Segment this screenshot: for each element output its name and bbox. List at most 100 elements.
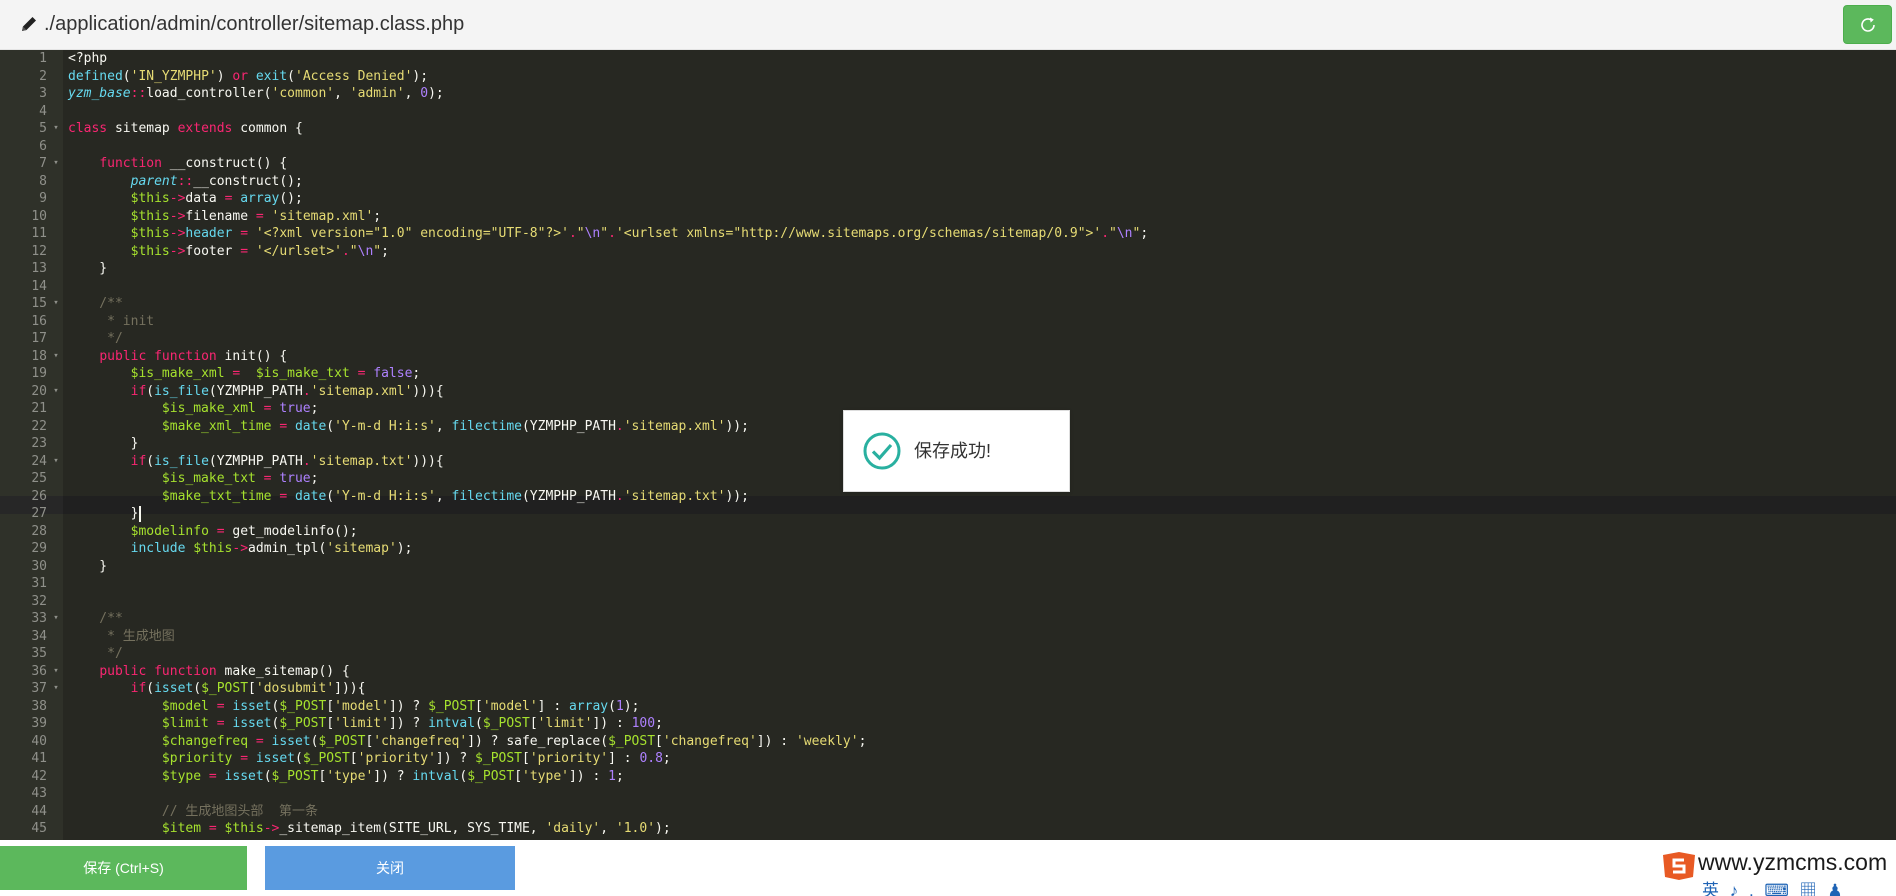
line-number: 21 xyxy=(31,401,47,416)
code-text: */ xyxy=(68,646,123,661)
line-number: 16 xyxy=(31,313,47,329)
code-text: } xyxy=(68,505,142,523)
code-text: $model = isset($_POST['model']) ? $_POST… xyxy=(161,698,640,714)
code-line[interactable]: 3 yzm_base::load_controller('common', 'ad… xyxy=(0,85,1896,103)
code-text: $modelinfo = get_modelinfo(); xyxy=(130,523,358,539)
fold-toggle-icon[interactable]: ▾ xyxy=(51,610,61,628)
fold-toggle-icon[interactable]: ▾ xyxy=(51,295,61,313)
line-number: 31 xyxy=(31,576,47,591)
code-line[interactable]: 4 xyxy=(0,103,1896,121)
line-number: 22 xyxy=(31,418,47,434)
line-number: 20 xyxy=(31,383,47,399)
code-text: $is_make_xml = $is_make_txt = false; xyxy=(130,366,421,381)
yzmcms-logo-icon xyxy=(1663,852,1695,880)
line-number: 33 xyxy=(31,611,47,626)
pencil-icon xyxy=(22,17,36,31)
code-line[interactable]: 9 $this->data = array(); xyxy=(0,190,1896,208)
code-line[interactable]: 41 $priority = isset($_POST['priority'])… xyxy=(0,750,1896,768)
fold-toggle-icon[interactable]: ▾ xyxy=(51,663,61,681)
code-text: } xyxy=(68,436,139,451)
fold-toggle-icon[interactable]: ▾ xyxy=(51,680,61,698)
fold-toggle-icon[interactable]: ▾ xyxy=(51,383,61,401)
check-circle-icon xyxy=(863,432,901,470)
code-line[interactable]: 5 ▾ class sitemap extends common { xyxy=(0,120,1896,138)
line-number: 26 xyxy=(31,488,47,504)
code-line[interactable]: 18 ▾ public function init() { xyxy=(0,348,1896,366)
line-number: 40 xyxy=(31,733,47,749)
code-line[interactable]: 17 */ xyxy=(0,330,1896,348)
code-line[interactable]: 8 parent::__construct(); xyxy=(0,173,1896,191)
code-line[interactable]: 43 xyxy=(0,785,1896,803)
refresh-icon xyxy=(1861,17,1875,32)
code-line[interactable]: 35 */ xyxy=(0,645,1896,663)
code-line[interactable]: 14 xyxy=(0,278,1896,296)
line-number: 42 xyxy=(31,768,47,784)
code-text: $is_make_txt = true; xyxy=(161,471,319,486)
system-tray-icons: 英 ♪ , ⌨ ▦ ♟ xyxy=(1702,881,1846,896)
fold-toggle-icon[interactable]: ▾ xyxy=(51,453,61,471)
line-number: 39 xyxy=(31,716,47,731)
code-line[interactable]: 12 $this->footer = '</urlset>'."\n"; xyxy=(0,243,1896,261)
code-line[interactable]: 36 ▾ public function make_sitemap() { xyxy=(0,663,1896,681)
code-line[interactable]: 1 <?php xyxy=(0,50,1896,68)
code-line[interactable]: 34 * 生成地图 xyxy=(0,628,1896,646)
code-line[interactable]: 42 $type = isset($_POST['type']) ? intva… xyxy=(0,768,1896,786)
code-line[interactable]: 38 $model = isset($_POST['model']) ? $_P… xyxy=(0,698,1896,716)
code-line[interactable]: 19 $is_make_xml = $is_make_txt = false; xyxy=(0,365,1896,383)
code-line[interactable]: 33 ▾ /** xyxy=(0,610,1896,628)
code-text: $this->data = array(); xyxy=(130,191,303,206)
code-line[interactable]: 2 defined('IN_YZMPHP') or exit('Access De… xyxy=(0,68,1896,86)
code-text: if(isset($_POST['dosubmit'])){ xyxy=(130,681,366,696)
code-line[interactable]: 16 * init xyxy=(0,313,1896,331)
line-number: 4 xyxy=(39,103,47,119)
code-line[interactable]: 28 $modelinfo = get_modelinfo(); xyxy=(0,523,1896,541)
line-number: 9 xyxy=(39,191,47,206)
code-text: $make_txt_time = date('Y-m-d H:i:s', fil… xyxy=(161,488,749,504)
line-number: 23 xyxy=(31,436,47,451)
code-line[interactable]: 15 ▾ /** xyxy=(0,295,1896,313)
line-number: 29 xyxy=(31,541,47,556)
code-line[interactable]: 45 $item = $this->_sitemap_item(SITE_URL… xyxy=(0,820,1896,838)
line-number: 12 xyxy=(31,243,47,259)
code-text: defined('IN_YZMPHP') or exit('Access Den… xyxy=(68,68,429,84)
fold-toggle-icon[interactable]: ▾ xyxy=(51,120,61,138)
save-button[interactable]: 保存 (Ctrl+S) xyxy=(0,846,247,890)
line-number: 44 xyxy=(31,803,47,819)
code-line[interactable]: 30 } xyxy=(0,558,1896,576)
code-text: if(is_file(YZMPHP_PATH.'sitemap.txt'))){ xyxy=(130,453,444,469)
code-text: $this->footer = '</urlset>'."\n"; xyxy=(130,243,389,259)
code-line[interactable]: 32 xyxy=(0,593,1896,611)
code-text: */ xyxy=(68,331,123,346)
line-number: 32 xyxy=(31,593,47,609)
line-number: 25 xyxy=(31,471,47,486)
code-line[interactable]: 44 // 生成地图头部 第一条 xyxy=(0,803,1896,821)
line-number: 43 xyxy=(31,786,47,801)
code-line[interactable]: 40 $changefreq = isset($_POST['changefre… xyxy=(0,733,1896,751)
code-text: $changefreq = isset($_POST['changefreq']… xyxy=(161,733,867,749)
close-button[interactable]: 关闭 xyxy=(265,846,515,890)
code-text: $item = $this->_sitemap_item(SITE_URL, S… xyxy=(161,821,671,836)
fold-toggle-icon[interactable]: ▾ xyxy=(51,155,61,173)
line-number: 7 xyxy=(39,156,47,171)
code-line[interactable]: 10 $this->filename = 'sitemap.xml'; xyxy=(0,208,1896,226)
code-text: $priority = isset($_POST['priority']) ? … xyxy=(161,751,671,766)
code-line[interactable]: 37 ▾ if(isset($_POST['dosubmit'])){ xyxy=(0,680,1896,698)
text-cursor xyxy=(139,505,142,522)
code-line[interactable]: 20 ▾ if(is_file(YZMPHP_PATH.'sitemap.xml'… xyxy=(0,383,1896,401)
line-number: 30 xyxy=(31,558,47,574)
code-line[interactable]: 11 $this->header = '<?xml version="1.0" … xyxy=(0,225,1896,243)
code-line[interactable]: 13 } xyxy=(0,260,1896,278)
line-number: 3 xyxy=(39,86,47,101)
line-number: 8 xyxy=(39,173,47,189)
line-number: 37 xyxy=(31,681,47,696)
fold-toggle-icon[interactable]: ▾ xyxy=(51,348,61,366)
code-line[interactable]: 39 $limit = isset($_POST['limit']) ? int… xyxy=(0,715,1896,733)
code-text: parent::__construct(); xyxy=(130,173,303,189)
code-line[interactable]: 27 } xyxy=(0,505,1896,523)
code-line[interactable]: 6 xyxy=(0,138,1896,156)
code-line[interactable]: 29 include $this->admin_tpl('sitemap'); xyxy=(0,540,1896,558)
code-line[interactable]: 7 ▾ function __construct() { xyxy=(0,155,1896,173)
code-line[interactable]: 31 xyxy=(0,575,1896,593)
refresh-button[interactable] xyxy=(1843,5,1892,44)
code-text: class sitemap extends common { xyxy=(68,121,303,136)
